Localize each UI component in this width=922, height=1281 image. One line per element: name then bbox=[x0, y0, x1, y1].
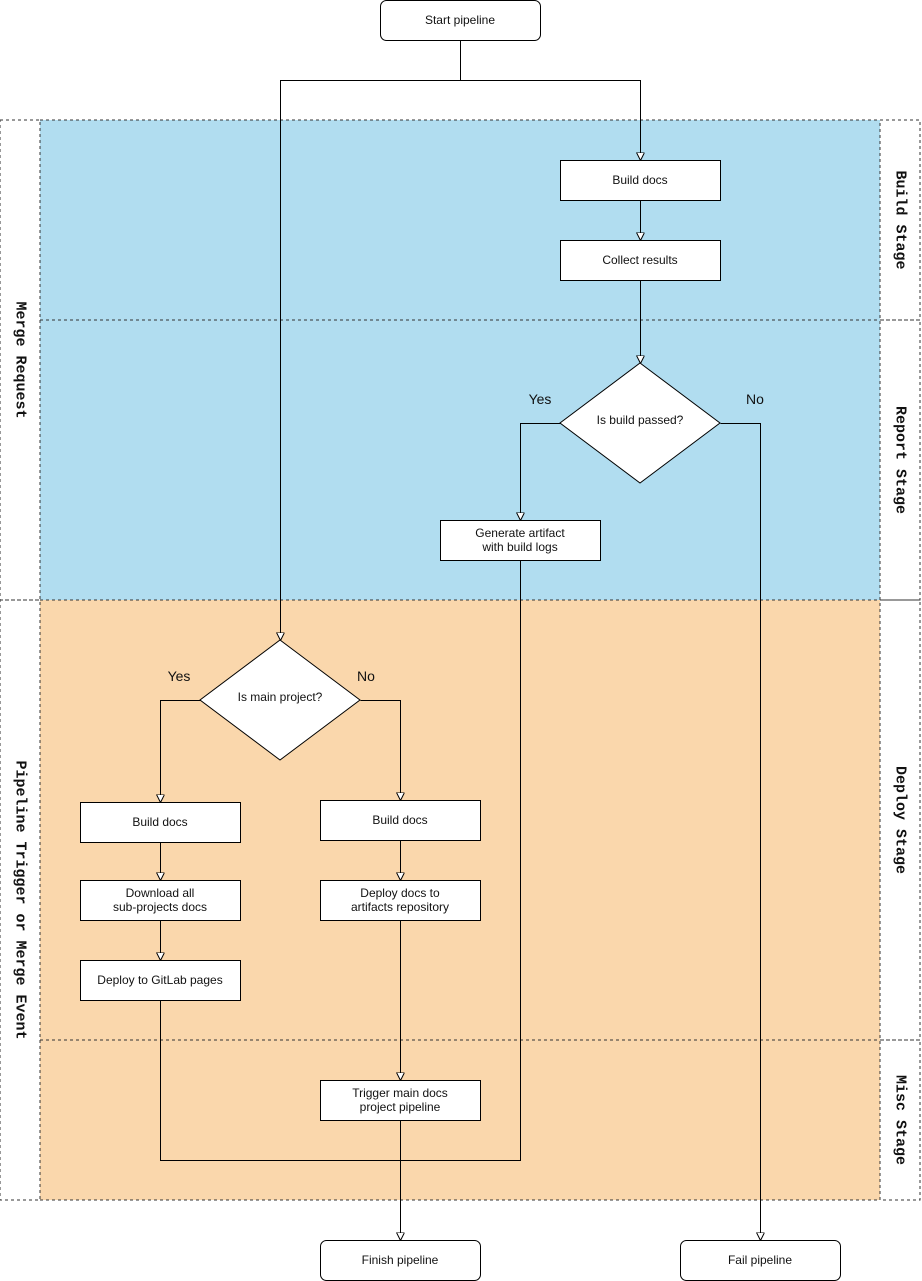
node-label: Is main project? bbox=[238, 690, 323, 704]
node-start[interactable]: Start pipeline bbox=[380, 0, 541, 41]
node-finish[interactable]: Finish pipeline bbox=[320, 1240, 481, 1281]
node-label: Download all bbox=[126, 886, 195, 900]
lane-build-stage: Build Stage bbox=[879, 119, 921, 321]
edge-label-no: No bbox=[357, 668, 375, 684]
node-label: Start pipeline bbox=[425, 13, 495, 27]
node-build-docs-main[interactable]: Build docs bbox=[80, 802, 241, 843]
lane-report-stage: Report Stage bbox=[879, 319, 921, 601]
node-label: artifacts repository bbox=[351, 900, 449, 914]
lane-deploy-stage: Deploy Stage bbox=[879, 599, 921, 1041]
node-collect-results[interactable]: Collect results bbox=[560, 240, 721, 281]
node-deploy-gitlab[interactable]: Deploy to GitLab pages bbox=[80, 960, 241, 1001]
edge-label-yes: Yes bbox=[168, 668, 191, 684]
node-label: sub-projects docs bbox=[113, 900, 207, 914]
node-build-docs-sub[interactable]: Build docs bbox=[320, 800, 481, 841]
edge-label-yes: Yes bbox=[529, 391, 552, 407]
lane-label: Deploy Stage bbox=[892, 766, 909, 874]
edge-label-no: No bbox=[746, 391, 764, 407]
node-label: Is build passed? bbox=[597, 413, 684, 427]
node-fail[interactable]: Fail pipeline bbox=[680, 1240, 841, 1281]
node-label: Build docs bbox=[612, 173, 667, 187]
node-label: Finish pipeline bbox=[362, 1253, 439, 1267]
node-label: with build logs bbox=[481, 540, 557, 554]
node-label: Collect results bbox=[602, 253, 677, 267]
node-label: Build docs bbox=[132, 815, 187, 829]
node-deploy-artifacts[interactable]: Deploy docs toartifacts repository bbox=[320, 880, 481, 921]
lane-label: Build Stage bbox=[892, 170, 909, 269]
lane-label: Report Stage bbox=[892, 406, 909, 514]
node-label: Build docs bbox=[372, 813, 427, 827]
node-label: Fail pipeline bbox=[728, 1253, 792, 1267]
lane-label: Merge Request bbox=[12, 301, 29, 418]
lane-label: Pipeline Trigger or Merge Event bbox=[12, 760, 29, 1039]
node-trigger-main[interactable]: Trigger main docsproject pipeline bbox=[320, 1080, 481, 1121]
lane-label: Misc Stage bbox=[892, 1075, 909, 1165]
lane-misc-stage: Misc Stage bbox=[879, 1039, 921, 1201]
node-label: Trigger main docs bbox=[352, 1086, 448, 1100]
node-generate-artifact[interactable]: Generate artifactwith build logs bbox=[440, 520, 601, 561]
lane-merge-request: Merge Request bbox=[0, 119, 41, 601]
lane-pipeline-trigger: Pipeline Trigger or Merge Event bbox=[0, 599, 41, 1201]
node-label: Deploy docs to bbox=[360, 886, 440, 900]
pipeline-flowchart: Merge Request Pipeline Trigger or Merge E… bbox=[0, 0, 921, 1281]
node-download-all[interactable]: Download allsub-projects docs bbox=[80, 880, 241, 921]
node-build-docs-1[interactable]: Build docs bbox=[560, 160, 721, 201]
node-label: project pipeline bbox=[360, 1100, 441, 1114]
node-label: Deploy to GitLab pages bbox=[97, 973, 222, 987]
node-label: Generate artifact bbox=[475, 526, 565, 540]
